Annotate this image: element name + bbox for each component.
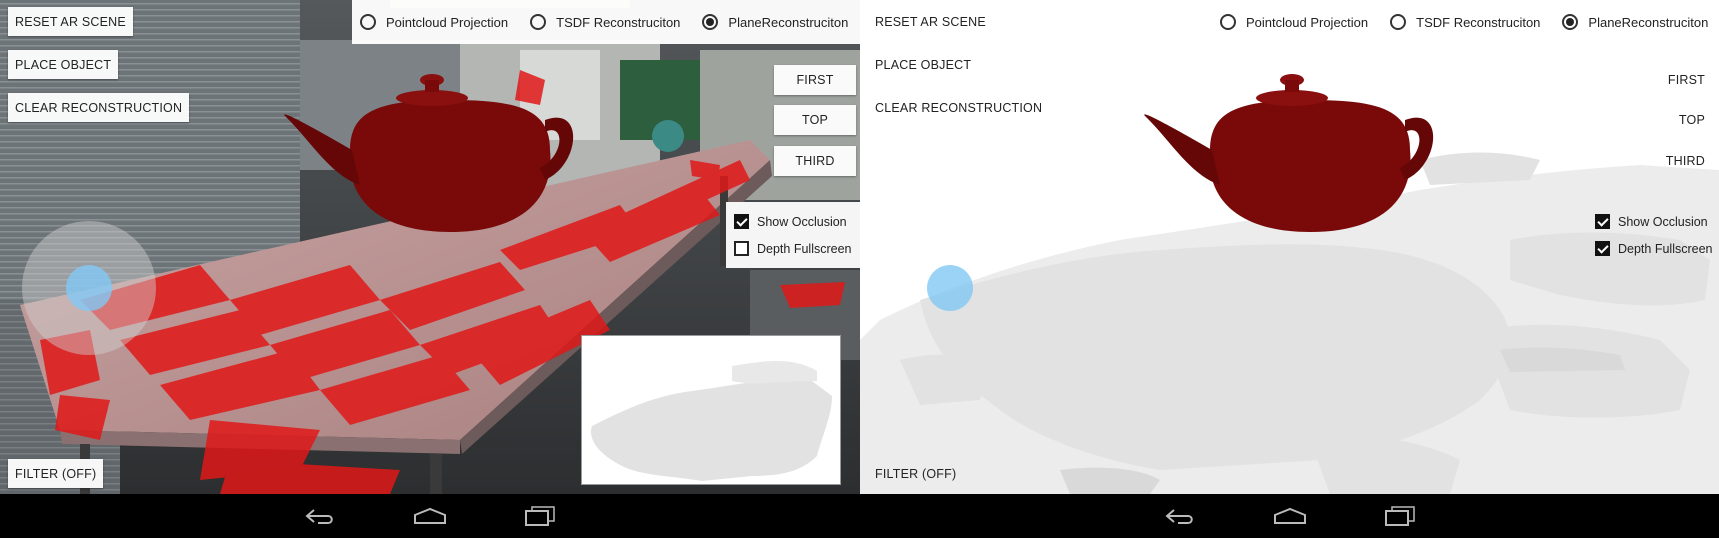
home-icon[interactable] xyxy=(1270,502,1310,530)
checkbox-unchecked[interactable] xyxy=(734,241,749,256)
option-label: Show Occlusion xyxy=(1618,214,1708,229)
radio-button-selected[interactable] xyxy=(1562,14,1579,30)
ar-camera-view: Pointcloud Projection TSDF Reconstrucito… xyxy=(0,0,860,494)
filter-button[interactable]: FILTER (OFF) xyxy=(8,459,104,488)
view-top-button[interactable]: TOP xyxy=(774,105,856,135)
radio-button[interactable] xyxy=(1390,14,1407,30)
option-label: Depth Fullscreen xyxy=(757,241,852,256)
mode-label: PlaneReconstruciton xyxy=(1588,14,1709,30)
mode-label: Pointcloud Projection xyxy=(386,14,509,30)
back-icon[interactable] xyxy=(300,502,340,530)
radio-button-selected[interactable] xyxy=(702,14,719,30)
recent-apps-icon[interactable] xyxy=(520,502,560,530)
mode-option-pointcloud[interactable]: Pointcloud Projection xyxy=(1220,14,1368,30)
android-nav-bar xyxy=(860,494,1719,538)
checkbox-checked[interactable] xyxy=(1595,214,1610,229)
depth-map-preview xyxy=(581,335,841,485)
view-third-button[interactable]: THIRD xyxy=(774,146,856,176)
reconstruction-mode-bar: Pointcloud Projection TSDF Reconstrucito… xyxy=(352,0,860,44)
mode-label: Pointcloud Projection xyxy=(1246,14,1369,30)
reset-ar-scene-button[interactable]: RESET AR SCENE xyxy=(868,7,993,36)
clear-reconstruction-button[interactable]: CLEAR RECONSTRUCTION xyxy=(868,93,1049,122)
place-object-button[interactable]: PLACE OBJECT xyxy=(8,50,119,79)
view-first-button[interactable]: FIRST xyxy=(774,65,856,95)
place-object-button[interactable]: PLACE OBJECT xyxy=(868,50,978,79)
home-icon[interactable] xyxy=(410,502,450,530)
radio-button[interactable] xyxy=(360,14,376,30)
android-nav-bar xyxy=(0,494,860,538)
checkbox-checked[interactable] xyxy=(734,214,749,229)
depth-fullscreen-view: Pointcloud Projection TSDF Reconstrucito… xyxy=(860,0,1719,494)
mode-label: PlaneReconstruciton xyxy=(728,14,849,30)
mode-label: TSDF Reconstruciton xyxy=(556,14,681,30)
filter-button[interactable]: FILTER (OFF) xyxy=(868,459,963,488)
joystick-knob[interactable] xyxy=(66,265,112,311)
mode-label: TSDF Reconstruciton xyxy=(1416,14,1541,30)
option-label: Show Occlusion xyxy=(757,214,847,229)
depth-map-shape xyxy=(591,361,832,481)
view-first-button[interactable]: FIRST xyxy=(1668,65,1719,95)
mode-option-tsdf[interactable]: TSDF Reconstruciton xyxy=(1390,14,1540,30)
mode-option-plane[interactable]: PlaneReconstruciton xyxy=(702,14,848,30)
clear-reconstruction-button[interactable]: CLEAR RECONSTRUCTION xyxy=(8,93,190,122)
mode-option-plane[interactable]: PlaneReconstruciton xyxy=(1562,14,1708,30)
show-occlusion-option[interactable]: Show Occlusion xyxy=(1595,208,1713,235)
reset-ar-scene-button[interactable]: RESET AR SCENE xyxy=(8,7,133,36)
recent-apps-icon[interactable] xyxy=(1380,502,1420,530)
radio-button[interactable] xyxy=(1220,14,1236,30)
show-occlusion-option[interactable]: Show Occlusion xyxy=(734,208,852,235)
radio-button[interactable] xyxy=(530,14,547,30)
depth-fullscreen-option[interactable]: Depth Fullscreen xyxy=(734,235,852,262)
display-options-panel: Show Occlusion Depth Fullscreen xyxy=(726,202,860,268)
joystick-knob[interactable] xyxy=(927,265,973,311)
reconstruction-mode-bar: Pointcloud Projection TSDF Reconstrucito… xyxy=(1212,0,1719,44)
back-icon[interactable] xyxy=(1160,502,1200,530)
mode-option-pointcloud[interactable]: Pointcloud Projection xyxy=(360,14,508,30)
view-top-button[interactable]: TOP xyxy=(1679,105,1719,135)
checkbox-checked[interactable] xyxy=(1595,241,1610,256)
dual-screen-capture: Pointcloud Projection TSDF Reconstrucito… xyxy=(0,0,1719,538)
mode-option-tsdf[interactable]: TSDF Reconstruciton xyxy=(530,14,680,30)
depth-fullscreen-option[interactable]: Depth Fullscreen xyxy=(1595,235,1713,262)
view-third-button[interactable]: THIRD xyxy=(1666,146,1719,176)
display-options-panel: Show Occlusion Depth Fullscreen xyxy=(1587,202,1719,268)
option-label: Depth Fullscreen xyxy=(1618,241,1713,256)
